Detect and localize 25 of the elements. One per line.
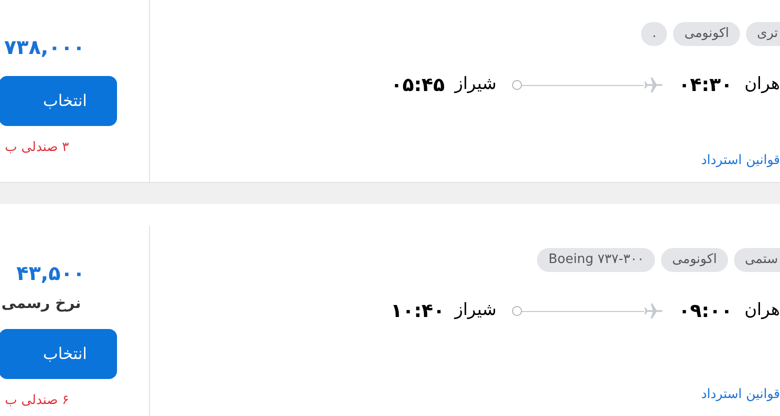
price: ۷۳۸,۰۰۰ bbox=[4, 34, 85, 61]
destination-city: شیراز bbox=[454, 73, 496, 96]
destination-city: شیراز bbox=[454, 299, 496, 322]
origin-city: هران bbox=[744, 299, 780, 322]
tag: Boeing ۷۳۷-۳۰۰ bbox=[537, 248, 656, 272]
departure-time: ۰۹:۰۰ bbox=[678, 298, 732, 324]
fare-note: نرخ رسمی bbox=[1, 293, 81, 314]
arrival-time: ۱۰:۴۰ bbox=[390, 298, 445, 324]
departure-time: ۰۴:۳۰ bbox=[678, 72, 732, 98]
refund-rules-link[interactable]: قوانین استرداد bbox=[701, 150, 780, 170]
tag: تری bbox=[746, 22, 780, 46]
seats-left: ۳ صندلی ب bbox=[4, 139, 69, 157]
tag: ستمی bbox=[734, 248, 780, 272]
tag: . bbox=[641, 22, 668, 46]
origin-city: هران bbox=[744, 73, 780, 96]
select-button[interactable]: انتخاب bbox=[0, 328, 117, 378]
airplane-icon bbox=[644, 75, 664, 95]
select-button[interactable]: انتخاب bbox=[0, 76, 117, 126]
price: ۴۳,۵۰۰ bbox=[16, 260, 85, 287]
seats-left: ۶ صندلی ب bbox=[4, 392, 69, 410]
arrival-time: ۰۵:۴۵ bbox=[390, 72, 445, 98]
refund-rules-link[interactable]: قوانین استرداد bbox=[701, 384, 780, 404]
airplane-icon bbox=[644, 301, 664, 321]
tag: اکونومی bbox=[661, 248, 728, 272]
tag: اکونومی bbox=[673, 22, 740, 46]
